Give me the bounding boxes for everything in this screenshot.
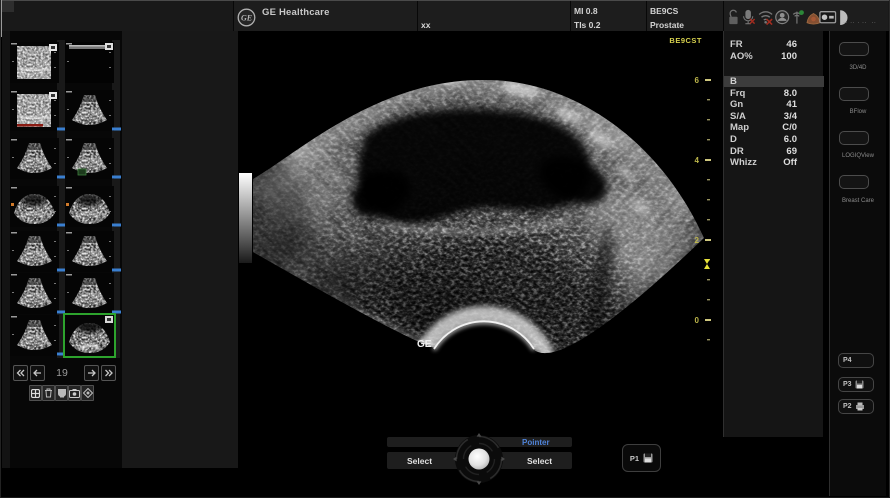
svg-text:GE: GE [417, 339, 432, 350]
svg-text:0: 0 [695, 316, 700, 325]
svg-text:2: 2 [695, 236, 700, 245]
svg-text:BE9CST: BE9CST [669, 36, 702, 45]
svg-text:6: 6 [695, 76, 700, 85]
svg-text:4: 4 [695, 156, 700, 165]
svg-text:GE: GE [241, 14, 252, 23]
